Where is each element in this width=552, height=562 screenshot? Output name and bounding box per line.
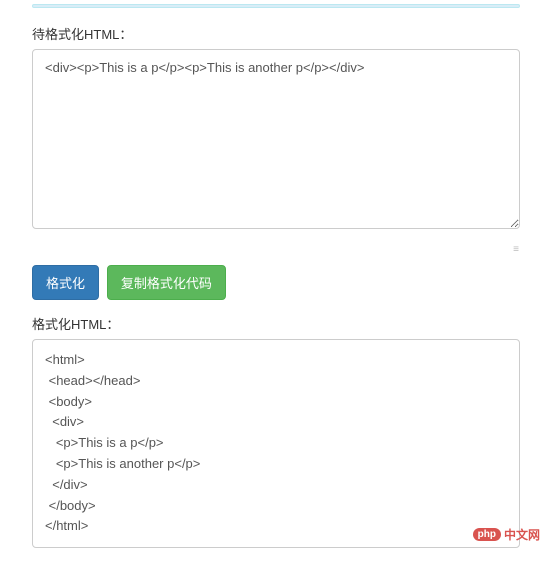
output-section: 格式化HTML： <html> <head></head> <body> <di… xyxy=(20,314,532,548)
input-section: 待格式化HTML： xyxy=(20,24,532,232)
html-input-textarea[interactable] xyxy=(32,49,520,229)
copy-formatted-button[interactable]: 复制格式化代码 xyxy=(107,265,226,300)
watermark: php 中文网 xyxy=(473,526,540,543)
watermark-badge: php xyxy=(473,528,501,541)
format-button[interactable]: 格式化 xyxy=(32,265,99,300)
button-row: 格式化 复制格式化代码 xyxy=(20,265,532,300)
info-banner xyxy=(32,4,520,8)
watermark-text: 中文网 xyxy=(504,526,540,543)
output-label: 格式化HTML： xyxy=(32,314,520,333)
resize-indicator: ≡ xyxy=(20,244,532,255)
html-output-box[interactable]: <html> <head></head> <body> <div> <p>Thi… xyxy=(32,339,520,548)
input-label: 待格式化HTML： xyxy=(32,24,520,43)
